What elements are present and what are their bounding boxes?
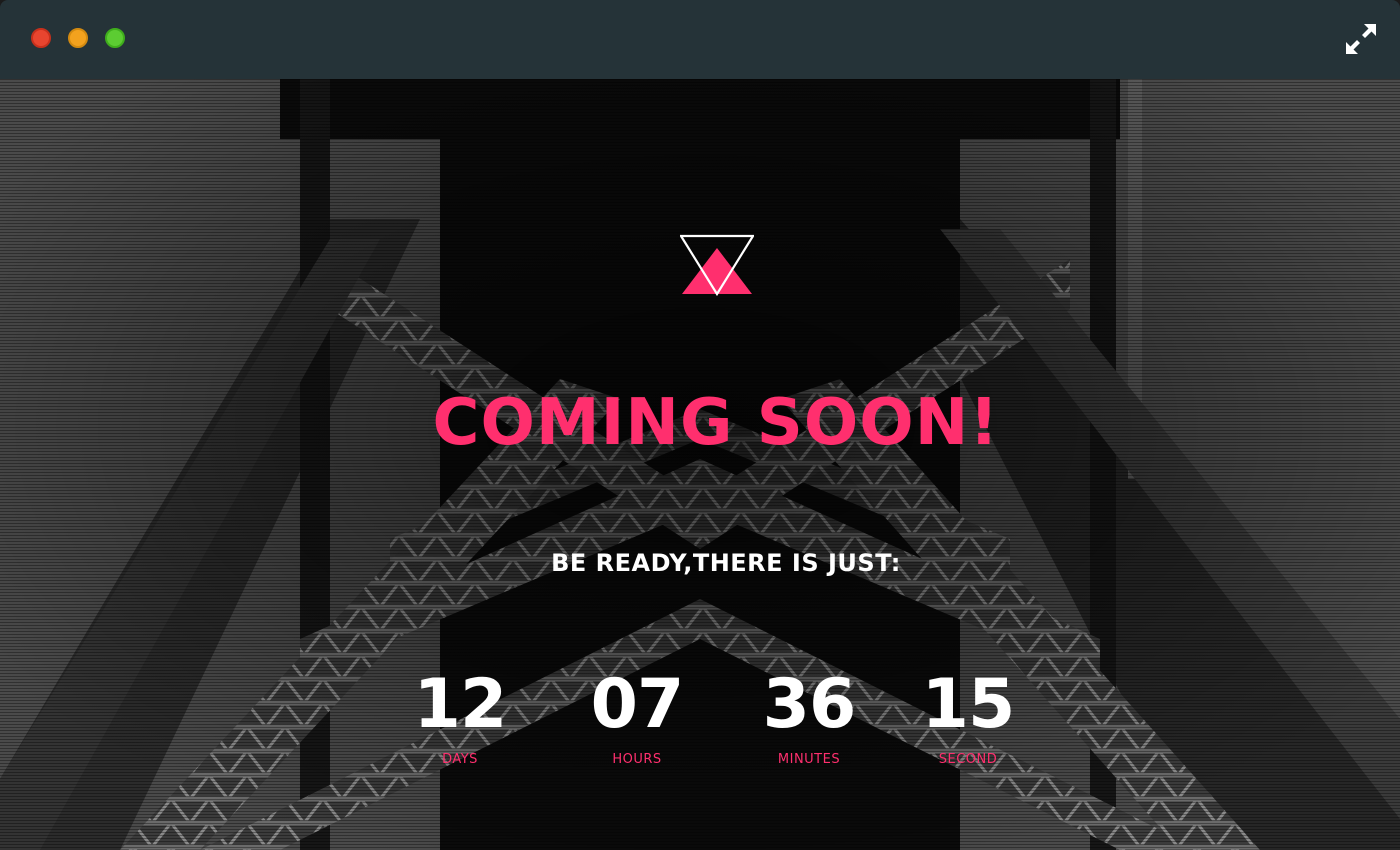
countdown-seconds: 15 SECOND xyxy=(883,665,1053,768)
seconds-value: 15 xyxy=(921,665,1016,744)
hero-section: COMING SOON! BE READY,THERE IS JUST: 12 … xyxy=(0,79,1400,850)
minutes-label: MINUTES xyxy=(777,752,841,767)
days-value: 12 xyxy=(413,665,508,744)
minimize-window-button[interactable] xyxy=(68,28,88,48)
zoom-window-button[interactable] xyxy=(105,28,125,48)
hours-value: 07 xyxy=(590,665,685,744)
window-titlebar xyxy=(0,0,1400,79)
countdown-hours: 07 HOURS xyxy=(552,665,722,768)
expand-arrows-icon[interactable] xyxy=(1344,22,1378,56)
hours-label: HOURS xyxy=(612,752,662,767)
page-headline: COMING SOON! xyxy=(432,386,1000,460)
close-window-button[interactable] xyxy=(31,28,51,48)
seconds-label: SECOND xyxy=(938,752,998,767)
countdown-intro: BE READY,THERE IS JUST: xyxy=(551,549,901,577)
browser-window: COMING SOON! BE READY,THERE IS JUST: 12 … xyxy=(0,0,1400,850)
countdown-days: 12 DAYS xyxy=(375,665,545,768)
minutes-value: 36 xyxy=(762,665,857,744)
countdown-minutes: 36 MINUTES xyxy=(724,665,894,768)
double-triangle-logo xyxy=(680,234,754,297)
days-label: DAYS xyxy=(442,752,478,767)
